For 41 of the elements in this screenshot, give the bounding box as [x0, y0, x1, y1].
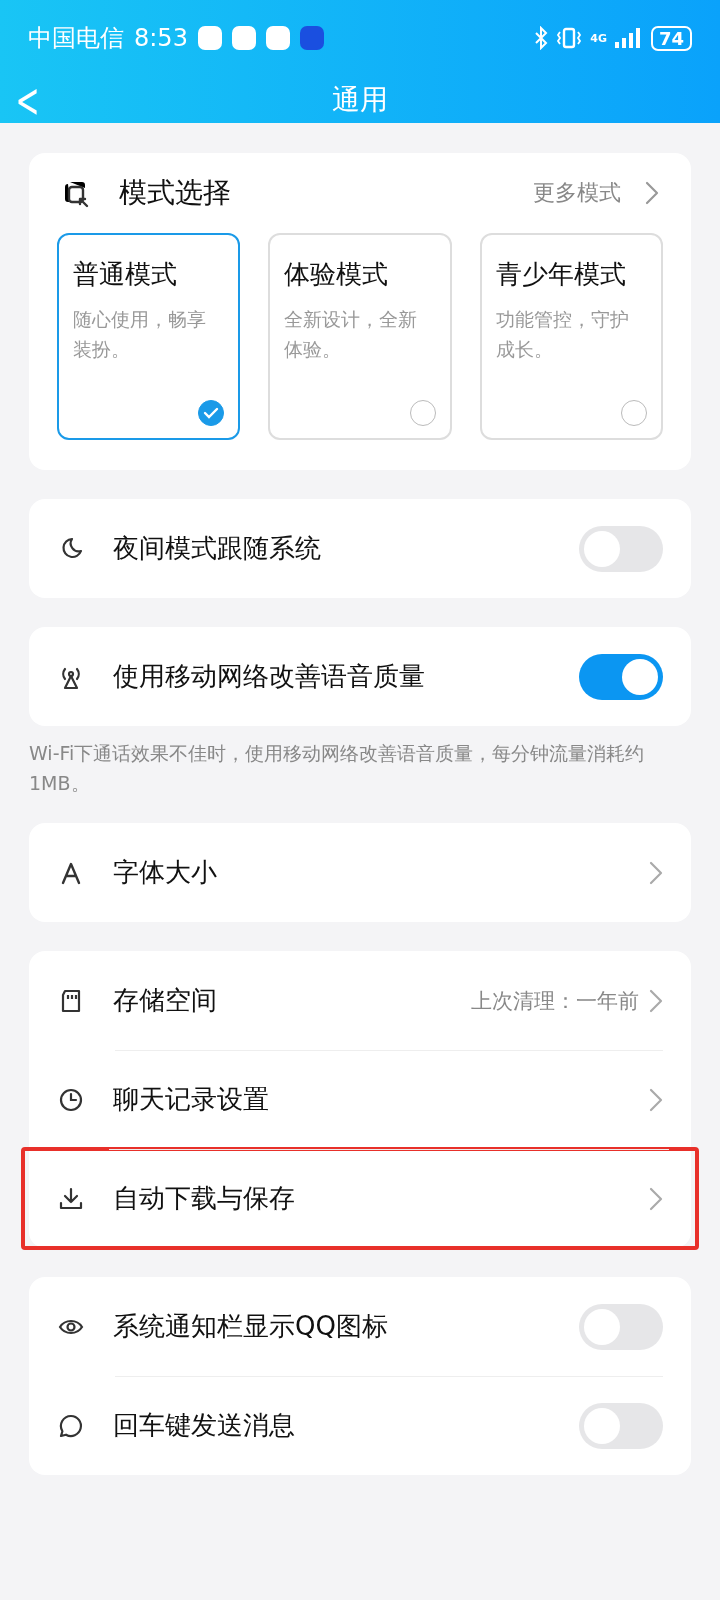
chevron-right-icon [645, 181, 659, 205]
mode-option[interactable]: 普通模式 随心使用，畅享装扮。 [57, 233, 241, 440]
toggle-switch[interactable] [579, 525, 663, 572]
highlighted-setting-row[interactable]: 自动下载与保存 [23, 1149, 697, 1248]
page-title: 通用 [332, 82, 388, 116]
signal-icon [614, 26, 643, 50]
mode-option[interactable]: 体验模式 全新设计，全新体验。 [268, 233, 452, 440]
vibrate-icon [556, 26, 583, 50]
chevron-right-icon [649, 1087, 663, 1112]
setting-value: 上次清理：一年前 [471, 987, 639, 1015]
note-text: Wi-Fi下通话效果不佳时，使用移动网络改善语音质量，每分钟流量消耗约1MB。 [29, 741, 646, 796]
more-modes-link[interactable]: 更多模式 [533, 178, 659, 208]
setting-label: 使用移动网络改善语音质量 [113, 660, 425, 693]
chevron-right-icon [649, 1186, 663, 1211]
setting-row[interactable]: 存储空间 上次清理：一年前 [29, 951, 691, 1050]
setting-label: 聊天记录设置 [113, 1083, 269, 1116]
app-notification-icon [265, 26, 290, 50]
checkmark-icon [203, 407, 220, 419]
network-type: 4G [590, 31, 607, 45]
app-notification-icon [231, 26, 256, 50]
setting-row[interactable]: 字体大小 [29, 823, 691, 922]
toggle-switch[interactable] [579, 653, 663, 700]
chevron-right-icon [649, 988, 663, 1013]
chevron-right-icon [649, 860, 663, 885]
app-notification-icon [197, 26, 222, 50]
mode-option[interactable]: 青少年模式 功能管控，守护成长。 [479, 233, 663, 440]
toggle-switch[interactable] [579, 1303, 663, 1350]
setting-row[interactable]: 聊天记录设置 [29, 1050, 691, 1149]
setting-label: 自动下载与保存 [113, 1182, 295, 1215]
setting-label: 存储空间 [113, 984, 217, 1017]
app-notification-icon [299, 26, 324, 50]
clock-time: 8:53 [134, 24, 188, 52]
battery-level: 74 [650, 25, 692, 51]
setting-label: 回车键发送消息 [113, 1409, 295, 1442]
section-title: 模式选择 [119, 175, 231, 211]
setting-label: 系统通知栏显示QQ图标 [113, 1310, 388, 1343]
toggle-switch[interactable] [579, 1402, 663, 1449]
setting-label: 夜间模式跟随系统 [113, 532, 321, 565]
carrier-name: 中国电信 [28, 23, 124, 54]
bluetooth-icon [534, 26, 549, 50]
setting-label: 字体大小 [113, 856, 217, 889]
